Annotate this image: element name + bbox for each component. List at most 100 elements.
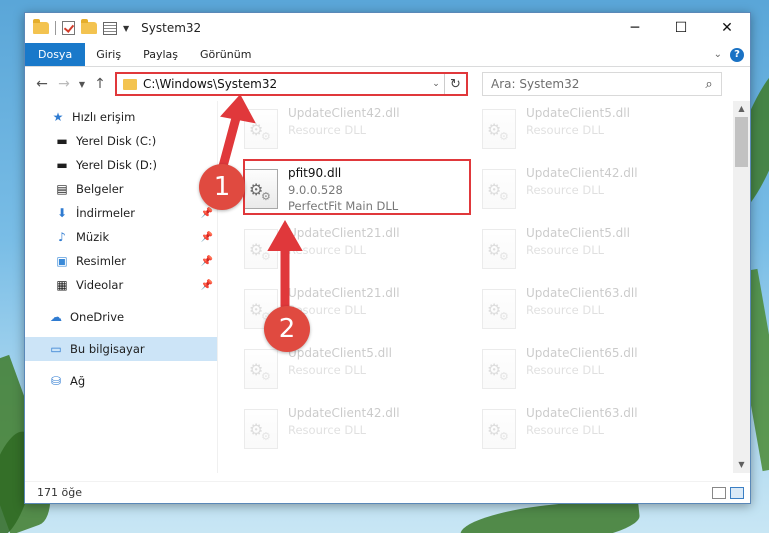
file-item[interactable]: UpdateClient65.dll Resource DLL xyxy=(476,343,702,399)
quick-access-toolbar: ▼ xyxy=(33,19,129,35)
file-name: UpdateClient21.dll xyxy=(288,286,400,300)
refresh-icon[interactable]: ↻ xyxy=(444,74,466,94)
file-item[interactable]: UpdateClient63.dll Resource DLL xyxy=(476,403,702,459)
file-item[interactable]: UpdateClient42.dll Resource DLL xyxy=(238,403,464,459)
file-name: UpdateClient65.dll xyxy=(526,346,638,360)
file-name: UpdateClient5.dll xyxy=(526,106,630,120)
video-icon: ▦ xyxy=(56,278,68,292)
window-controls: ─ ☐ ✕ xyxy=(612,13,750,43)
file-description: Resource DLL xyxy=(526,183,605,197)
vertical-scrollbar[interactable]: ▲ ▼ xyxy=(733,101,750,473)
file-description: Resource DLL xyxy=(526,303,605,317)
folder-icon xyxy=(33,19,49,34)
sidebar-item-pictures[interactable]: ▣ Resimler 📌 xyxy=(25,249,217,273)
close-button[interactable]: ✕ xyxy=(704,13,750,43)
properties-check-icon[interactable] xyxy=(62,21,75,35)
dll-file-icon xyxy=(244,229,278,269)
sidebar-item-onedrive[interactable]: ☁ OneDrive xyxy=(25,305,217,329)
address-history-chevron-icon[interactable]: ⌄ xyxy=(428,79,444,89)
dll-file-icon xyxy=(482,229,516,269)
sidebar-item-downloads[interactable]: ⬇ İndirmeler 📌 xyxy=(25,201,217,225)
file-description: Resource DLL xyxy=(288,363,367,377)
file-description: Resource DLL xyxy=(288,423,367,437)
pin-icon[interactable]: 📌 xyxy=(201,232,213,243)
file-description: Resource DLL xyxy=(526,243,605,257)
file-item[interactable]: UpdateClient42.dll Resource DLL xyxy=(238,103,464,159)
search-box[interactable]: Ara: System32 ⌕ xyxy=(482,72,722,96)
sidebar-item-label: Hızlı erişim xyxy=(72,110,136,124)
sidebar-item-videos[interactable]: ▦ Videolar 📌 xyxy=(25,273,217,297)
pin-icon[interactable]: 📌 xyxy=(201,208,213,219)
tab-share[interactable]: Paylaş xyxy=(132,43,189,66)
sidebar-item-disk-c[interactable]: ▬ Yerel Disk (C:) xyxy=(25,129,217,153)
view-switcher xyxy=(712,486,744,499)
file-list: UpdateClient42.dll Resource DLL UpdateCli… xyxy=(218,101,750,473)
minimize-button[interactable]: ─ xyxy=(612,13,658,43)
sidebar-item-quick-access[interactable]: ★ Hızlı erişim xyxy=(25,105,217,129)
tab-file[interactable]: Dosya xyxy=(25,43,86,66)
expand-ribbon-chevron-icon[interactable]: ⌄ xyxy=(714,49,722,60)
properties-list-icon[interactable] xyxy=(103,21,117,35)
sidebar-item-label: Ağ xyxy=(70,374,86,388)
file-name: UpdateClient5.dll xyxy=(288,346,392,360)
scroll-thumb[interactable] xyxy=(735,117,748,167)
details-view-icon[interactable] xyxy=(712,486,726,499)
file-description: Resource DLL xyxy=(526,363,605,377)
address-path[interactable]: C:\Windows\System32 xyxy=(143,77,428,91)
pin-icon[interactable]: 📌 xyxy=(201,256,213,267)
sidebar-item-label: Belgeler xyxy=(76,182,124,196)
file-explorer-window: ▼ System32 ─ ☐ ✕ Dosya Giriş Paylaş Görü… xyxy=(24,12,751,504)
computer-icon: ▭ xyxy=(50,342,62,356)
toolbar-divider xyxy=(55,21,56,35)
scroll-up-icon[interactable]: ▲ xyxy=(733,101,750,117)
sidebar-item-label: Yerel Disk (C:) xyxy=(76,134,157,148)
folder-icon xyxy=(123,78,137,90)
search-placeholder: Ara: System32 xyxy=(491,77,580,91)
document-icon: ▤ xyxy=(56,182,68,196)
sidebar-item-disk-d[interactable]: ▬ Yerel Disk (D:) xyxy=(25,153,217,177)
file-name: UpdateClient63.dll xyxy=(526,286,638,300)
sidebar-item-documents[interactable]: ▤ Belgeler xyxy=(25,177,217,201)
cloud-icon: ☁ xyxy=(50,310,62,324)
file-name: UpdateClient42.dll xyxy=(526,166,638,180)
sidebar-item-this-pc[interactable]: ▭ Bu bilgisayar xyxy=(25,337,217,361)
help-icon[interactable]: ? xyxy=(730,47,744,62)
sidebar-item-network[interactable]: ⛁ Ağ xyxy=(25,369,217,393)
sidebar-item-music[interactable]: ♪ Müzik 📌 xyxy=(25,225,217,249)
sidebar-item-label: Resimler xyxy=(76,254,126,268)
recent-locations-chevron-icon[interactable]: ▼ xyxy=(75,73,89,95)
search-icon[interactable]: ⌕ xyxy=(697,77,721,92)
download-icon: ⬇ xyxy=(56,206,68,220)
sidebar-item-label: OneDrive xyxy=(70,310,125,324)
new-folder-icon[interactable] xyxy=(81,19,97,34)
file-item[interactable]: UpdateClient42.dll Resource DLL xyxy=(476,163,702,219)
target-file-highlight xyxy=(243,159,471,215)
pin-icon[interactable]: 📌 xyxy=(201,280,213,291)
window-title: System32 xyxy=(141,21,202,35)
maximize-button[interactable]: ☐ xyxy=(658,13,704,43)
pictures-icon: ▣ xyxy=(56,254,68,268)
forward-arrow-icon[interactable]: → xyxy=(53,73,75,95)
file-item[interactable]: UpdateClient5.dll Resource DLL xyxy=(476,103,702,159)
file-item[interactable]: UpdateClient63.dll Resource DLL xyxy=(476,283,702,339)
dll-file-icon xyxy=(482,349,516,389)
ribbon-right-controls: ⌄ ? xyxy=(714,43,750,66)
file-name: UpdateClient42.dll xyxy=(288,106,400,120)
customize-toolbar-chevron-icon[interactable]: ▼ xyxy=(123,24,129,33)
file-item[interactable]: UpdateClient5.dll Resource DLL xyxy=(476,223,702,279)
file-item[interactable]: UpdateClient21.dll Resource DLL xyxy=(238,223,464,279)
up-arrow-icon[interactable]: ↑ xyxy=(89,73,111,95)
large-icons-view-icon[interactable] xyxy=(730,486,744,499)
address-bar[interactable]: C:\Windows\System32 ⌄ ↻ xyxy=(115,72,468,96)
tab-view[interactable]: Görünüm xyxy=(189,43,262,66)
dll-file-icon xyxy=(482,289,516,329)
tab-home[interactable]: Giriş xyxy=(85,43,132,66)
file-item[interactable]: UpdateClient5.dll Resource DLL xyxy=(238,343,464,399)
scroll-down-icon[interactable]: ▼ xyxy=(733,457,750,473)
back-arrow-icon[interactable]: ← xyxy=(31,73,53,95)
star-icon: ★ xyxy=(52,110,64,124)
file-name: UpdateClient21.dll xyxy=(288,226,400,240)
file-description: Resource DLL xyxy=(526,423,605,437)
